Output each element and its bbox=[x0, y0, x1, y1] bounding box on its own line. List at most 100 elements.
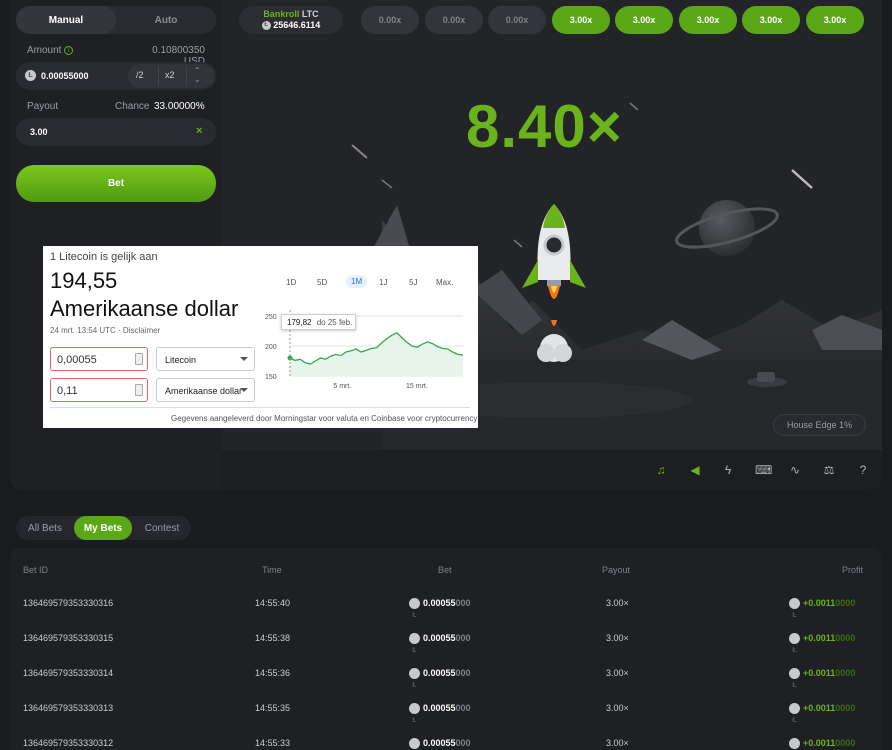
litecoin-icon: Ł bbox=[409, 598, 420, 619]
bet-id[interactable]: 136469579353330312 bbox=[23, 726, 113, 750]
keyboard-icon[interactable]: ⌨ bbox=[755, 463, 772, 477]
table-row[interactable]: 136469579353330315 14:55:38 Ł0.00055000 3.0… bbox=[10, 621, 882, 656]
tab-all-bets[interactable]: All Bets bbox=[16, 516, 74, 540]
chance-label: Chance bbox=[115, 101, 150, 112]
tab-my-bets[interactable]: My Bets bbox=[74, 516, 132, 540]
litecoin-icon: Ł bbox=[409, 703, 420, 724]
stepper-icon[interactable] bbox=[135, 384, 143, 396]
tab-auto[interactable]: Auto bbox=[116, 6, 216, 34]
table-row[interactable]: 136469579353330316 14:55:40 Ł0.00055000 3.0… bbox=[10, 586, 882, 621]
fairness-icon[interactable]: ⚖ bbox=[822, 463, 836, 477]
tab-manual[interactable]: Manual bbox=[16, 6, 116, 34]
converter-timestamp: 24 mrt. 13:54 UTC · Disclaimer bbox=[50, 326, 161, 335]
bet-amount: Ł0.00055000 bbox=[409, 691, 471, 726]
bet-profit: Ł+0.00110000 bbox=[789, 586, 855, 621]
litecoin-icon: Ł bbox=[409, 668, 420, 689]
header-time: Time bbox=[262, 565, 282, 575]
rocket-icon bbox=[522, 204, 586, 362]
range-tab[interactable]: 1J bbox=[379, 278, 387, 287]
litecoin-icon: Ł bbox=[789, 598, 800, 619]
range-tab[interactable]: 5D bbox=[317, 278, 327, 287]
payout-label: Payout bbox=[27, 101, 59, 112]
bet-id[interactable]: 136469579353330314 bbox=[23, 656, 113, 691]
litecoin-icon: Ł bbox=[25, 70, 36, 81]
range-tab[interactable]: Max. bbox=[436, 278, 453, 287]
bet-time: 14:55:35 bbox=[255, 703, 291, 713]
bankroll-label: Bankroll bbox=[263, 9, 300, 19]
bet-payout: 3.00× bbox=[606, 598, 629, 608]
chart-tooltip: 179,82 do 25 feb. bbox=[281, 314, 356, 330]
history-pill[interactable]: 3.00x bbox=[806, 6, 864, 34]
info-icon[interactable]: i bbox=[64, 45, 74, 55]
range-tab[interactable]: 1D bbox=[286, 278, 296, 287]
bet-time: 14:55:36 bbox=[255, 668, 291, 678]
bet-profit: Ł+0.00110000 bbox=[789, 656, 855, 691]
bet-time: 14:55:40 bbox=[255, 598, 291, 608]
half-button[interactable]: /2 bbox=[136, 70, 144, 80]
history-pill[interactable]: 3.00x bbox=[679, 6, 737, 34]
history-pill[interactable]: 0.00x bbox=[425, 6, 483, 34]
bet-list-tabs: All Bets My Bets Contest bbox=[16, 516, 191, 540]
x-tick-label: 15 mrt. bbox=[406, 383, 428, 390]
from-currency-select[interactable]: Litecoin bbox=[156, 347, 255, 371]
to-amount-input[interactable]: 0,11 bbox=[50, 378, 148, 402]
history-pill[interactable]: 3.00x bbox=[615, 6, 673, 34]
tab-contest[interactable]: Contest bbox=[134, 516, 190, 540]
from-amount-input[interactable]: 0,00055 bbox=[50, 347, 148, 371]
amount-field[interactable]: Ł 0.00055000 /2 x2 ⌃ ⌄ bbox=[16, 62, 216, 90]
bet-time: 14:55:38 bbox=[255, 633, 291, 643]
table-row[interactable]: 136469579353330314 14:55:36 Ł0.00055000 3.0… bbox=[10, 656, 882, 691]
converter-amount: 194,55 bbox=[50, 268, 118, 293]
table-row[interactable]: 136469579353330312 14:55:33 Ł0.00055000 3.0… bbox=[10, 726, 882, 750]
bet-button[interactable]: Bet bbox=[16, 165, 216, 202]
chevron-down-icon bbox=[240, 357, 248, 361]
x-tick-label: 5 mrt. bbox=[333, 383, 351, 390]
minmax-chevron-icon[interactable]: ⌃ ⌄ bbox=[194, 66, 201, 84]
help-icon[interactable]: ? bbox=[856, 463, 870, 477]
bet-payout: 3.00× bbox=[606, 633, 629, 643]
bet-payout: 3.00× bbox=[606, 668, 629, 678]
table-row[interactable]: 136469579353330313 14:55:35 Ł0.00055000 3.0… bbox=[10, 691, 882, 726]
lightning-icon[interactable]: ϟ bbox=[721, 463, 735, 477]
range-tab[interactable]: 5J bbox=[409, 278, 417, 287]
amount-input[interactable]: 0.00055000 bbox=[41, 71, 89, 81]
litecoin-icon: Ł bbox=[789, 668, 800, 689]
bet-id[interactable]: 136469579353330315 bbox=[23, 621, 113, 656]
to-currency-select[interactable]: Amerikaanse dollar bbox=[156, 378, 255, 402]
amount-modifiers: /2 x2 ⌃ ⌄ bbox=[128, 64, 214, 88]
bet-id[interactable]: 136469579353330313 bbox=[23, 691, 113, 726]
history-pill[interactable]: 0.00x bbox=[361, 6, 419, 34]
bet-id[interactable]: 136469579353330316 bbox=[23, 586, 113, 621]
bankroll-badge: Bankroll LTC Ł 25646.6114 bbox=[239, 6, 343, 34]
mode-tabs: Manual Auto bbox=[16, 6, 216, 34]
header-payout: Payout bbox=[602, 565, 631, 575]
sound-icon[interactable]: ◀ bbox=[688, 463, 702, 477]
history-pill[interactable]: 3.00x bbox=[742, 6, 800, 34]
y-tick-label: 200 bbox=[265, 344, 277, 351]
history-pill[interactable]: 3.00x bbox=[552, 6, 610, 34]
music-icon[interactable]: ♫ bbox=[654, 463, 668, 477]
bet-amount: Ł0.00055000 bbox=[409, 726, 471, 750]
bet-time: 14:55:33 bbox=[255, 738, 291, 748]
converter-heading: 1 Litecoin is gelijk aan bbox=[50, 251, 158, 263]
payout-input[interactable]: 3.00 bbox=[30, 127, 48, 137]
stepper-icon[interactable] bbox=[135, 353, 143, 365]
clear-icon[interactable]: × bbox=[196, 125, 202, 137]
history-pill[interactable]: 0.00x bbox=[488, 6, 546, 34]
bankroll-currency: LTC bbox=[301, 9, 319, 19]
bet-profit: Ł+0.00110000 bbox=[789, 691, 855, 726]
bet-payout: 3.00× bbox=[606, 738, 629, 748]
header-profit: Profit bbox=[842, 565, 864, 575]
amount-label: Amount i bbox=[27, 45, 74, 56]
chart-icon[interactable]: ∿ bbox=[788, 463, 802, 477]
bet-profit: Ł+0.00110000 bbox=[789, 726, 855, 750]
range-tab[interactable]: 1M bbox=[346, 275, 368, 288]
house-edge-badge: House Edge 1% bbox=[773, 414, 866, 436]
litecoin-icon: Ł bbox=[409, 633, 420, 654]
header-bet-id: Bet ID bbox=[23, 565, 49, 575]
header-bet: Bet bbox=[438, 565, 452, 575]
double-button[interactable]: x2 bbox=[165, 70, 175, 80]
litecoin-icon: Ł bbox=[409, 738, 420, 750]
payout-field[interactable]: 3.00 × bbox=[16, 118, 216, 146]
litecoin-icon: Ł bbox=[789, 703, 800, 724]
